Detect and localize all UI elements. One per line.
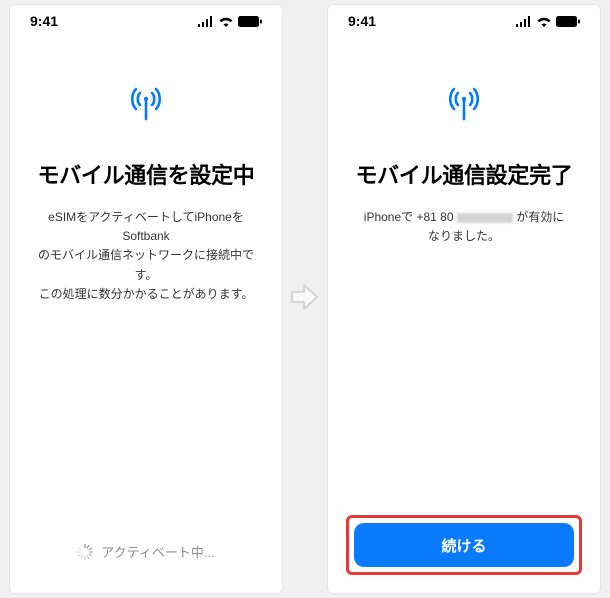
battery-icon <box>238 16 262 27</box>
status-time: 9:41 <box>348 13 376 29</box>
wifi-icon <box>536 16 552 27</box>
redacted-phone-number <box>457 213 513 223</box>
activating-label: アクティベート中... <box>101 542 214 561</box>
cellular-signal-icon <box>515 16 532 27</box>
arrow-right-icon <box>291 282 319 317</box>
phone-screen-setup: 9:41 モバイル通信を設定中 eSIMをアクティベートしてiPhoneをSof… <box>9 4 283 594</box>
description-text: iPhoneで +81 80 が有効に なりました。 <box>364 208 564 246</box>
phone-screen-complete: 9:41 モバイル通信設定完了 iPhoneで +81 80 が有効に なりまし… <box>327 4 601 594</box>
status-bar: 9:41 <box>328 5 600 37</box>
cellular-antenna-icon <box>443 85 485 126</box>
activating-status: アクティベート中... <box>28 542 264 575</box>
page-title: モバイル通信を設定中 <box>37 158 254 190</box>
status-indicators <box>515 16 580 27</box>
continue-button[interactable]: 続ける <box>354 523 574 567</box>
content-area: モバイル通信設定完了 iPhoneで +81 80 が有効に なりました。 <box>328 37 600 501</box>
bottom-area: 続ける <box>328 501 600 593</box>
page-title: モバイル通信設定完了 <box>355 158 572 190</box>
wifi-icon <box>218 16 234 27</box>
bottom-area: アクティベート中... <box>10 528 282 593</box>
status-bar: 9:41 <box>10 5 282 37</box>
content-area: モバイル通信を設定中 eSIMをアクティベートしてiPhoneをSoftbank… <box>10 37 282 528</box>
status-indicators <box>197 16 262 27</box>
status-time: 9:41 <box>30 13 58 29</box>
cellular-signal-icon <box>197 16 214 27</box>
description-text: eSIMをアクティベートしてiPhoneをSoftbank のモバイル通信ネット… <box>30 208 262 304</box>
cellular-antenna-icon <box>125 85 167 126</box>
highlight-annotation: 続ける <box>346 515 582 575</box>
battery-icon <box>556 16 580 27</box>
spinner-icon <box>77 544 93 560</box>
